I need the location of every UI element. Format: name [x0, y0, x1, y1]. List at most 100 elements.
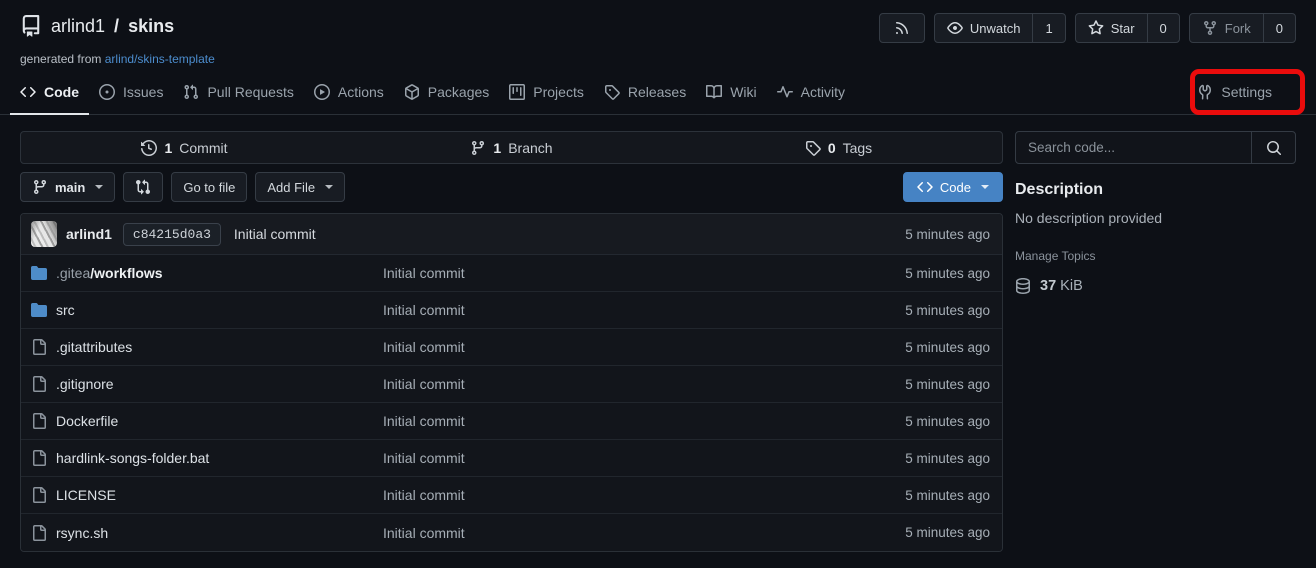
tab-code[interactable]: Code: [10, 76, 89, 115]
file-commit-message-link[interactable]: Initial commit: [383, 525, 905, 541]
file-name-link[interactable]: hardlink-songs-folder.bat: [56, 450, 209, 466]
package-icon: [404, 84, 420, 100]
file-commit-time: 5 minutes ago: [905, 414, 992, 429]
commit-author-link[interactable]: arlind1: [66, 226, 112, 242]
fork-button[interactable]: Fork: [1190, 14, 1263, 42]
watch-count[interactable]: 1: [1032, 14, 1064, 42]
template-repo-link[interactable]: arlind/skins-template: [105, 52, 215, 66]
fork-count[interactable]: 0: [1263, 14, 1295, 42]
code-button-label: Code: [940, 180, 971, 195]
database-icon: [1015, 278, 1031, 294]
file-name-link[interactable]: .gitattributes: [56, 339, 132, 355]
repo-sidebar: Description No description provided Mana…: [1015, 131, 1296, 294]
tab-wiki[interactable]: Wiki: [696, 76, 766, 115]
star-button-group: Star 0: [1075, 13, 1180, 43]
tab-code-label: Code: [44, 84, 79, 100]
repo-title: arlind1 / skins: [20, 15, 174, 37]
file-commit-time: 5 minutes ago: [905, 377, 992, 392]
tab-packages[interactable]: Packages: [394, 76, 499, 115]
file-commit-message-link[interactable]: Initial commit: [383, 265, 905, 281]
file-commit-message-link[interactable]: Initial commit: [383, 376, 905, 392]
code-icon: [917, 179, 933, 195]
compare-button[interactable]: [123, 172, 163, 202]
commit-hash-link[interactable]: c84215d0a3: [123, 223, 221, 246]
file-name-link[interactable]: .gitignore: [56, 376, 114, 392]
tab-actions[interactable]: Actions: [304, 76, 394, 115]
add-file-label: Add File: [267, 180, 315, 195]
commits-count: 1: [164, 140, 172, 156]
file-commit-message-link[interactable]: Initial commit: [383, 413, 905, 429]
search-input[interactable]: [1016, 132, 1251, 163]
tab-projects-label: Projects: [533, 84, 584, 100]
avatar: [31, 221, 57, 247]
tab-settings[interactable]: Settings: [1187, 76, 1282, 115]
file-commit-message-link[interactable]: Initial commit: [383, 487, 905, 503]
tag-icon: [604, 84, 620, 100]
branches-label: Branch: [508, 140, 552, 156]
file-name-link[interactable]: LICENSE: [56, 487, 116, 503]
tab-issues-label: Issues: [123, 84, 163, 100]
file-name-link[interactable]: rsync.sh: [56, 525, 108, 541]
code-download-button[interactable]: Code: [903, 172, 1003, 202]
commits-label: Commit: [179, 140, 227, 156]
tab-activity[interactable]: Activity: [767, 76, 855, 115]
file-icon: [31, 487, 47, 503]
rss-button[interactable]: [879, 13, 925, 43]
file-row: .gitea/workflows Initial commit 5 minute…: [21, 255, 1002, 292]
repo-name-link[interactable]: skins: [128, 16, 174, 37]
file-name-link[interactable]: .gitea/workflows: [56, 265, 163, 281]
unwatch-button[interactable]: Unwatch: [935, 14, 1033, 42]
file-commit-message-link[interactable]: Initial commit: [383, 302, 905, 318]
file-commit-message-link[interactable]: Initial commit: [383, 450, 905, 466]
go-to-file-label: Go to file: [183, 180, 235, 195]
generated-from-line: generated from arlind/skins-template: [0, 43, 1316, 66]
code-search-box: [1015, 131, 1296, 164]
tab-releases[interactable]: Releases: [594, 76, 696, 115]
file-commit-time: 5 minutes ago: [905, 488, 992, 503]
search-button[interactable]: [1251, 132, 1295, 163]
tab-releases-label: Releases: [628, 84, 686, 100]
pulse-icon: [777, 84, 793, 100]
add-file-button[interactable]: Add File: [255, 172, 345, 202]
repo-owner-link[interactable]: arlind1: [51, 16, 105, 37]
file-commit-time: 5 minutes ago: [905, 451, 992, 466]
commit-message-link[interactable]: Initial commit: [234, 226, 316, 242]
tab-issues[interactable]: Issues: [89, 76, 173, 115]
file-commit-time: 5 minutes ago: [905, 303, 992, 318]
file-commit-message-link[interactable]: Initial commit: [383, 339, 905, 355]
file-row: .gitignore Initial commit 5 minutes ago: [21, 366, 1002, 403]
go-to-file-button[interactable]: Go to file: [171, 172, 247, 202]
branch-icon: [32, 179, 48, 195]
chevron-down-icon: [981, 185, 989, 193]
code-icon: [20, 84, 36, 100]
file-name-link[interactable]: src: [56, 302, 75, 318]
star-count[interactable]: 0: [1147, 14, 1179, 42]
repo-action-buttons: Unwatch 1 Star 0 Fork 0: [879, 13, 1296, 43]
file-row: Dockerfile Initial commit 5 minutes ago: [21, 403, 1002, 440]
wiki-book-icon: [706, 84, 722, 100]
file-name-link[interactable]: Dockerfile: [56, 413, 118, 429]
tab-projects[interactable]: Projects: [499, 76, 594, 115]
search-icon: [1266, 140, 1282, 156]
tags-label: Tags: [843, 140, 873, 156]
chevron-down-icon: [325, 185, 333, 193]
latest-commit-row: arlind1 c84215d0a3 Initial commit 5 minu…: [21, 214, 1002, 255]
branch-selector[interactable]: main: [20, 172, 115, 202]
file-row: hardlink-songs-folder.bat Initial commit…: [21, 440, 1002, 477]
file-icon: [31, 525, 47, 541]
file-row: src Initial commit 5 minutes ago: [21, 292, 1002, 329]
star-button[interactable]: Star: [1076, 14, 1147, 42]
manage-topics-link[interactable]: Manage Topics: [1015, 249, 1096, 263]
rss-icon: [894, 20, 910, 36]
folder-icon: [31, 265, 47, 281]
issue-icon: [99, 84, 115, 100]
repo-size: 37 KiB: [1015, 278, 1296, 294]
tab-pull-requests[interactable]: Pull Requests: [173, 76, 303, 115]
file-icon: [31, 376, 47, 392]
tags-stat[interactable]: 0 Tags: [675, 132, 1002, 163]
commits-stat[interactable]: 1 Commit: [21, 132, 348, 163]
branches-stat[interactable]: 1 Branch: [348, 132, 675, 163]
fork-label: Fork: [1225, 21, 1251, 36]
fork-icon: [1202, 20, 1218, 36]
file-icon: [31, 413, 47, 429]
